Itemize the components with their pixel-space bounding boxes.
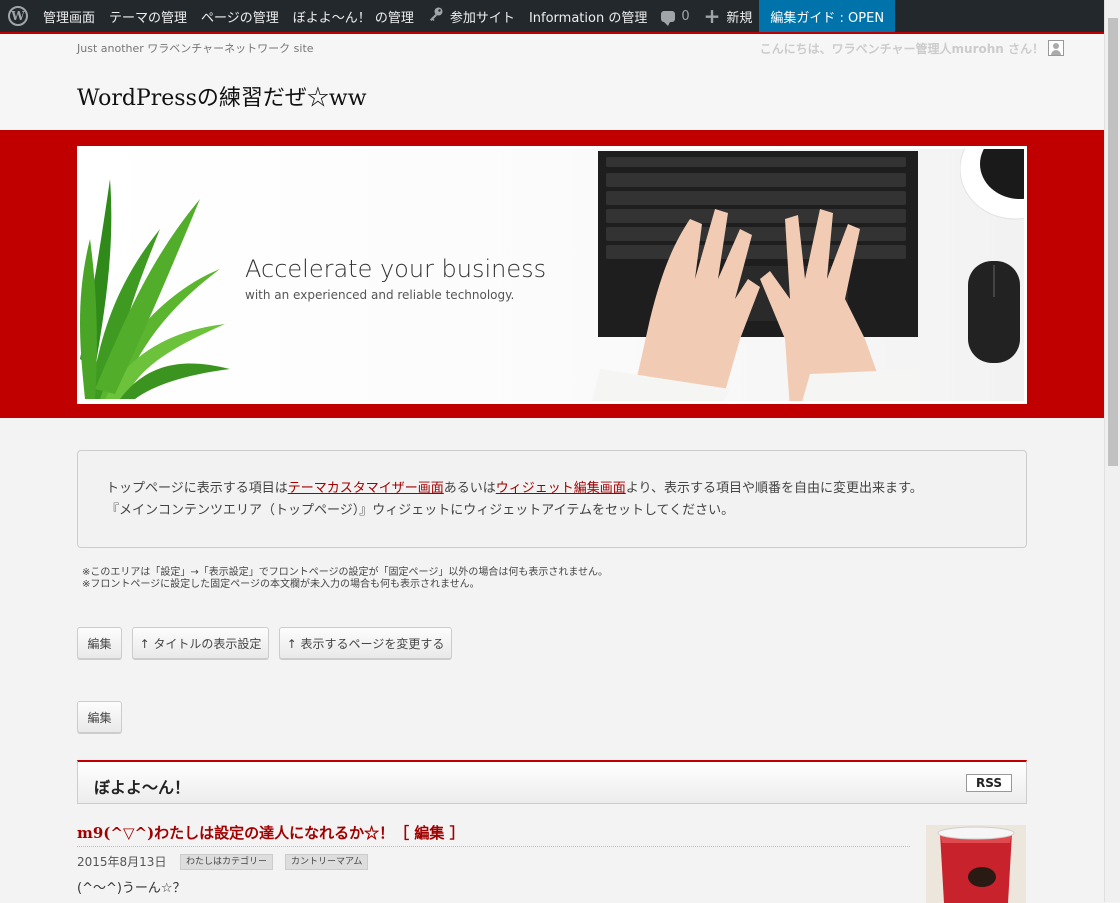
header-banner-image: Accelerate your business with an experie… bbox=[77, 146, 1027, 404]
menu-site-manage-label: ぼよよ〜ん！ の管理 bbox=[292, 10, 414, 26]
site-title[interactable]: WordPressの練習だぜ☆ww bbox=[77, 80, 367, 112]
key-icon bbox=[428, 6, 444, 26]
front-page-footnote: ※このエリアは「設定」→「表示設定」でフロントページの設定が「固定ページ」以外の… bbox=[82, 567, 608, 591]
post-thumbnail-image[interactable] bbox=[926, 825, 1026, 903]
edit-guide-button[interactable]: 編集ガイド : OPEN bbox=[759, 0, 896, 32]
wordpress-logo-icon: W bbox=[8, 6, 28, 26]
post-excerpt: (^〜^)うーん☆？ bbox=[77, 881, 186, 896]
notice-text: より、表示する項目や順番を自由に変更出来ます。 bbox=[625, 481, 923, 496]
notice-line-2: 『メインコンテンツエリア（トップページ）』ウィジェットにウィジェットアイテムをセ… bbox=[106, 503, 735, 518]
banner-headline: Accelerate your business bbox=[245, 255, 547, 283]
menu-theme-label: テーマの管理 bbox=[109, 10, 188, 26]
notice-line-1: トップページに表示する項目はテーマカスタマイザー画面あるいはウィジェット編集画面… bbox=[106, 478, 998, 500]
user-avatar-icon[interactable] bbox=[1048, 40, 1064, 56]
menu-site-manage[interactable]: ぼよよ〜ん！ の管理 bbox=[286, 0, 421, 32]
edit-guide-label: 編集ガイド : OPEN bbox=[770, 10, 885, 26]
notice-text: あるいは bbox=[443, 481, 496, 496]
change-display-page-button[interactable]: ↑ 表示するページを変更する bbox=[279, 627, 452, 659]
menu-dashboard-label: 管理画面 bbox=[43, 10, 96, 26]
menu-information-label: Information の管理 bbox=[528, 10, 648, 26]
front-page-notice: トップページに表示する項目はテーマカスタマイザー画面あるいはウィジェット編集画面… bbox=[77, 450, 1027, 548]
user-greeting[interactable]: こんにちは、ワラベンチャー管理人murohn さん！ bbox=[760, 40, 1044, 57]
banner-subline: with an experienced and reliable technol… bbox=[245, 288, 515, 302]
post-category-tag[interactable]: わたしはカテゴリー bbox=[180, 854, 274, 870]
typing-hands-illustration bbox=[592, 209, 920, 401]
page-scrollbar[interactable] bbox=[1104, 0, 1120, 902]
notice-text: トップページに表示する項目は bbox=[106, 481, 288, 496]
menu-comments[interactable]: 0 bbox=[654, 0, 696, 32]
post-date: 2015年8月13日 bbox=[77, 855, 167, 869]
footnote-line-1: ※このエリアは「設定」→「表示設定」でフロントページの設定が「固定ページ」以外の… bbox=[82, 567, 609, 578]
menu-dashboard[interactable]: 管理画面 bbox=[36, 0, 102, 32]
post-title-link[interactable]: m9(^▽^)わたしは設定の達人になれるか☆！［ 編集 ］ bbox=[77, 822, 465, 843]
menu-pages[interactable]: ページの管理 bbox=[194, 0, 286, 32]
theme-customizer-link[interactable]: テーマカスタマイザー画面 bbox=[288, 481, 444, 496]
post-category-tag[interactable]: カントリーマアム bbox=[285, 854, 369, 870]
footnote-line-2: ※フロントページに設定した固定ページの本文欄が未入力の場合も何も表示されません。 bbox=[82, 579, 480, 590]
edit-button[interactable]: 編集 bbox=[77, 701, 122, 733]
rss-button[interactable]: RSS bbox=[966, 774, 1012, 792]
menu-my-sites-label: 参加サイト bbox=[449, 10, 515, 26]
plant-illustration bbox=[80, 179, 230, 399]
scrollbar-thumb[interactable] bbox=[1108, 18, 1118, 466]
mouse-illustration bbox=[968, 261, 1020, 363]
site-tagline: Just another ワラベンチャーネットワーク site bbox=[77, 42, 314, 55]
comment-bubble-icon bbox=[661, 10, 676, 26]
coffee-cup-illustration bbox=[960, 149, 1024, 220]
comments-count: 0 bbox=[681, 8, 690, 24]
menu-theme[interactable]: テーマの管理 bbox=[102, 0, 194, 32]
post-title-divider bbox=[77, 846, 910, 847]
post-list-widget-header: ぼよよ〜ん！ RSS bbox=[77, 760, 1027, 804]
menu-new-label: 新規 bbox=[726, 10, 753, 26]
menu-information[interactable]: Information の管理 bbox=[522, 0, 654, 32]
title-display-setting-button[interactable]: ↑ タイトルの表示設定 bbox=[132, 627, 269, 659]
plus-icon: + bbox=[703, 4, 721, 28]
menu-my-sites[interactable]: 参加サイト bbox=[421, 0, 522, 32]
admin-bar: W 管理画面 テーマの管理 ページの管理 ぼよよ〜ん！ の管理 参加サイト In… bbox=[0, 0, 1104, 32]
menu-new-content[interactable]: + 新規 bbox=[697, 0, 760, 32]
edit-button[interactable]: 編集 bbox=[77, 627, 122, 659]
banner-band: Accelerate your business with an experie… bbox=[0, 130, 1104, 418]
site-header: Just another ワラベンチャーネットワーク site こんにちは、ワラ… bbox=[0, 32, 1104, 132]
widget-editor-link[interactable]: ウィジェット編集画面 bbox=[496, 481, 626, 496]
menu-pages-label: ページの管理 bbox=[201, 10, 279, 26]
widget-title: ぼよよ〜ん！ bbox=[94, 778, 191, 797]
wp-logo-menu[interactable]: W bbox=[0, 0, 36, 32]
